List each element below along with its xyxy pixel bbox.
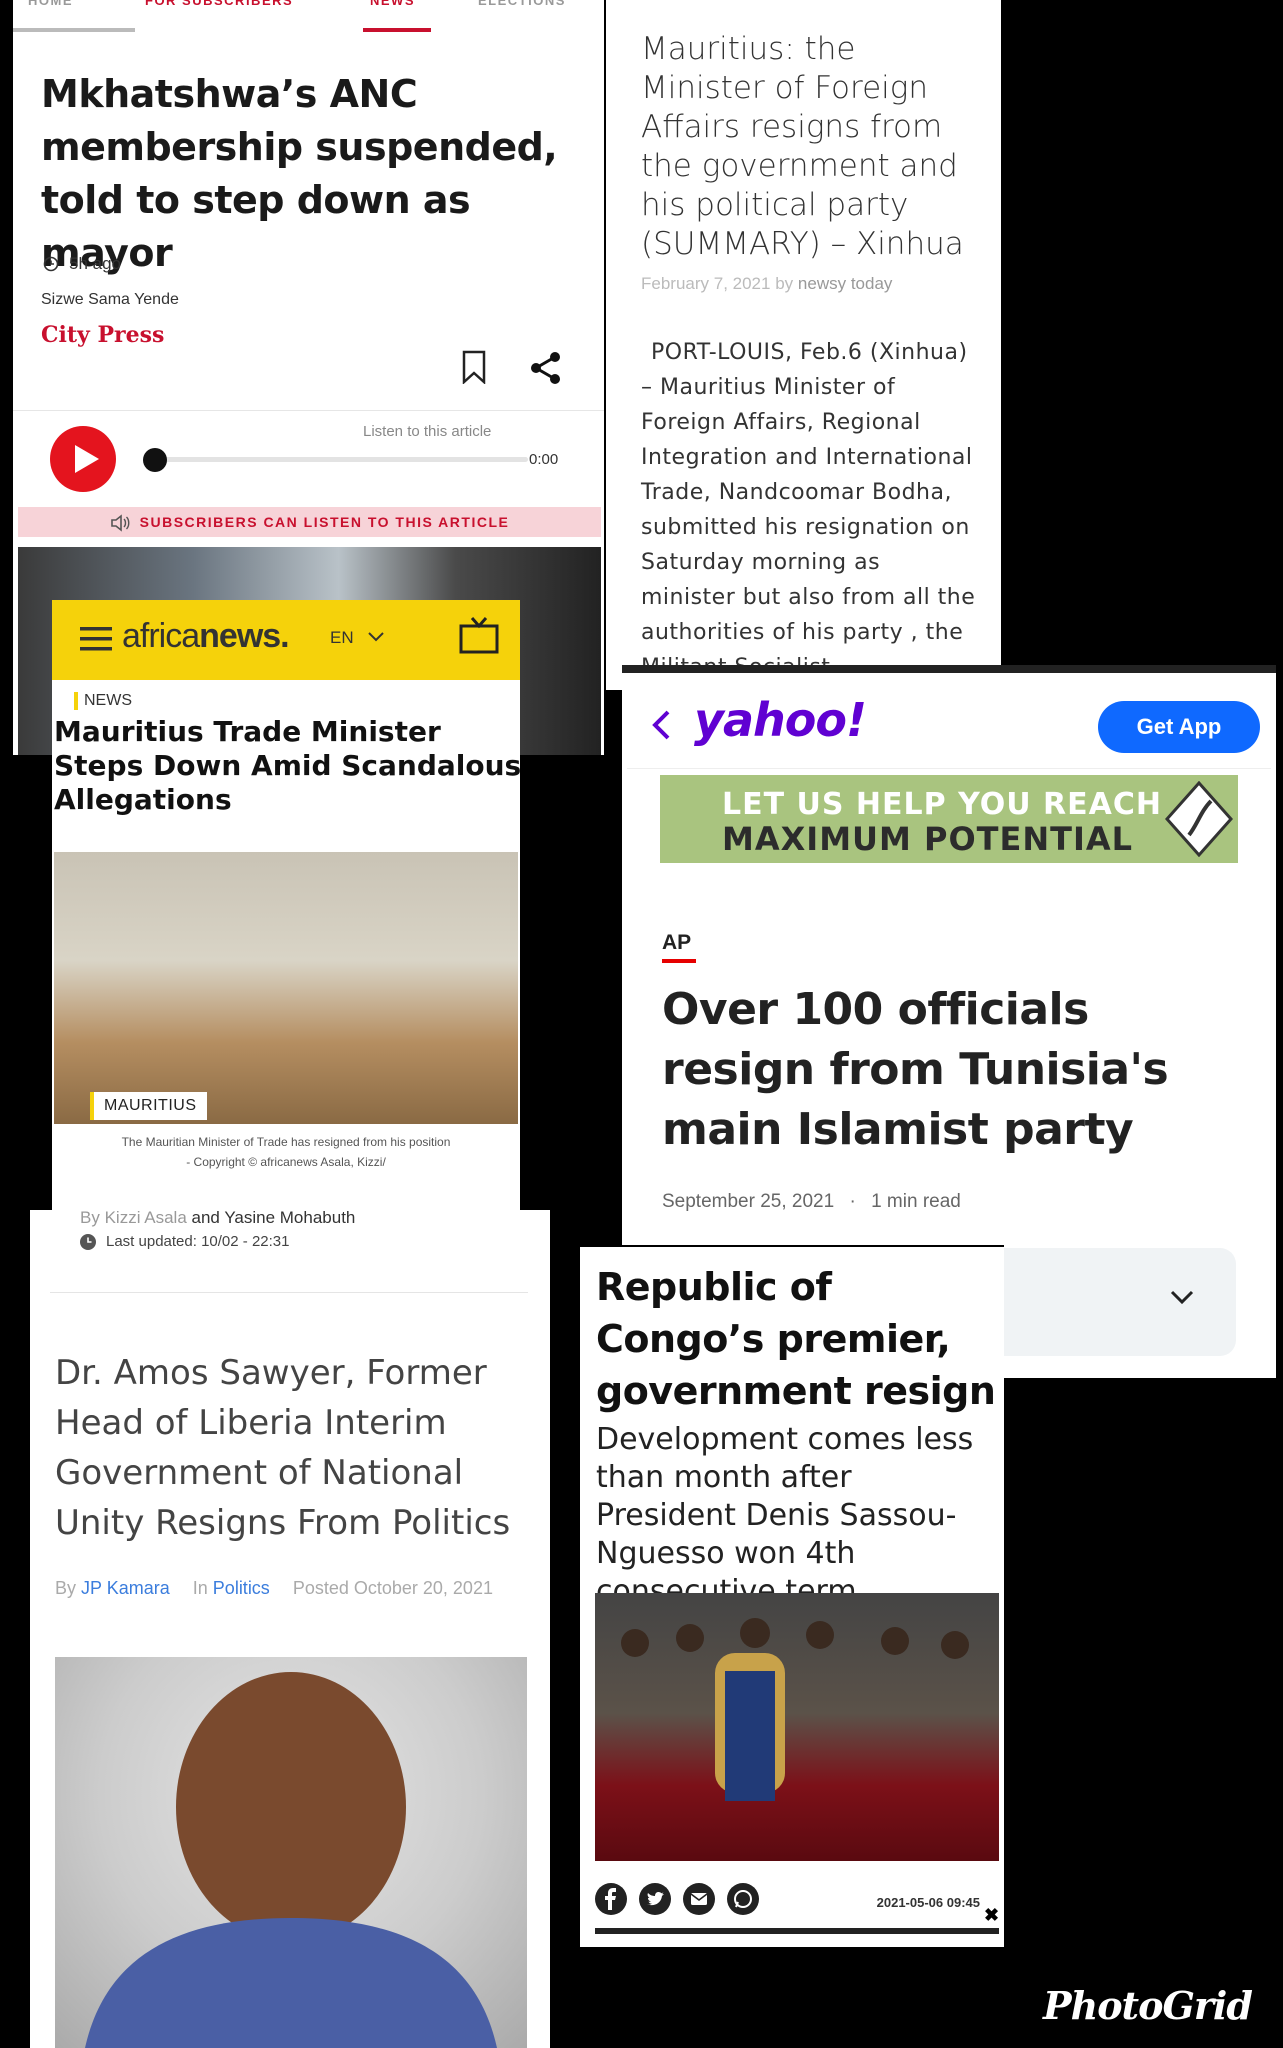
last-updated: Last updated: 10/02 - 22:31 xyxy=(80,1233,289,1250)
article-date: September 25, 2021 xyxy=(662,1191,835,1212)
ad-logo-icon xyxy=(1165,781,1233,857)
article-subheadline: Development comes less than month after … xyxy=(596,1422,974,1609)
share-icon[interactable] xyxy=(529,351,563,385)
back-chevron-icon[interactable] xyxy=(652,710,670,740)
time-meta: 5h ago xyxy=(43,254,121,274)
read-time: 1 min read xyxy=(871,1191,961,1212)
bookmark-icon[interactable] xyxy=(461,350,487,384)
article-title: Dr. Amos Sawyer, Former Head of Liberia … xyxy=(55,1353,511,1543)
caption-line-2: - Copyright © africanews Asala, Kizzi/ xyxy=(186,1155,386,1169)
authors-line: By Kizzi Asala and Yasine Mohabuth xyxy=(80,1210,355,1228)
africanews-author-block: By Kizzi Asala and Yasine Mohabuth Last … xyxy=(50,1210,528,1295)
by-label: by xyxy=(775,274,794,293)
live-tv-icon[interactable] xyxy=(458,614,500,656)
article-timestamp: 2021-05-06 09:45 xyxy=(876,1895,980,1910)
by-label: By xyxy=(55,1578,77,1598)
nav-home-underline xyxy=(13,28,135,32)
photo-caption: The Mauritian Minister of Trade has resi… xyxy=(52,1132,520,1172)
nav-for-subscribers[interactable]: FOR SUBSCRIBERS xyxy=(145,0,293,8)
header-divider xyxy=(627,768,1271,769)
amos-sawyer-photo xyxy=(55,1657,527,2048)
article-byline: By JP Kamara In Politics Posted October … xyxy=(55,1578,493,1599)
section-label[interactable]: NEWS xyxy=(74,692,132,710)
ap-source-logo[interactable]: AP xyxy=(662,931,691,955)
article-author[interactable]: newsy today xyxy=(798,274,893,293)
congo-article-panel: Republic of Congo’s premier, government … xyxy=(580,1245,1004,1947)
africanews-logo[interactable]: africanews. xyxy=(122,617,290,656)
article-headline: Republic of Congo’s premier, government … xyxy=(596,1265,996,1413)
minister-photo xyxy=(54,852,518,1124)
language-select[interactable]: EN xyxy=(330,628,354,648)
photogrid-watermark: PhotoGrid xyxy=(1043,1983,1253,2028)
congo-officials-photo xyxy=(595,1593,999,1861)
audio-progress-track[interactable] xyxy=(143,457,528,462)
subscribers-banner-text: SUBSCRIBERS CAN LISTEN TO THIS ARTICLE xyxy=(139,514,510,530)
author-2[interactable]: Yasine Mohabuth xyxy=(224,1210,355,1227)
africanews-article-panel: africanews. EN NEWS Mauritius Trade Mini… xyxy=(52,600,520,1295)
clock-icon xyxy=(80,1233,96,1250)
email-icon[interactable] xyxy=(683,1883,715,1915)
article-headline: Mkhatshwa’s ANC membership suspended, to… xyxy=(41,72,558,275)
ad-line-2: MAXIMUM POTENTIAL xyxy=(722,820,1134,858)
africanews-header: africanews. EN xyxy=(52,600,520,680)
bottom-bar xyxy=(595,1928,999,1934)
twitter-icon[interactable] xyxy=(639,1883,671,1915)
logo-news: news. xyxy=(199,617,289,655)
whatsapp-icon[interactable] xyxy=(727,1883,759,1915)
facebook-icon[interactable] xyxy=(595,1883,627,1915)
clock-icon xyxy=(43,256,59,272)
ad-line-1: LET US HELP YOU REACH xyxy=(722,787,1162,822)
article-headline: Over 100 officials resign from Tunisia's… xyxy=(662,984,1169,1155)
last-updated-text: Last updated: 10/02 - 22:31 xyxy=(106,1233,290,1250)
nav-elections[interactable]: ELECTIONS xyxy=(478,0,566,8)
listen-label: Listen to this article xyxy=(363,423,492,440)
ad-banner[interactable]: LET US HELP YOU REACH MAXIMUM POTENTIAL xyxy=(660,775,1238,863)
chevron-down-icon[interactable] xyxy=(1170,1290,1194,1306)
audio-progress-handle[interactable] xyxy=(143,448,167,472)
logo-africa: africa xyxy=(122,617,200,655)
category-link[interactable]: Politics xyxy=(213,1578,270,1598)
audio-player: Listen to this article 0:00 xyxy=(13,410,604,506)
nav-home[interactable]: HOME xyxy=(28,0,73,8)
article-meta: September 25, 2021 · 1 min read xyxy=(662,1191,961,1212)
yahoo-logo[interactable]: yahoo! xyxy=(694,693,867,747)
xinhua-article-panel: Mauritius: the Minister of Foreign Affai… xyxy=(606,0,1001,690)
time-ago: 5h ago xyxy=(69,254,121,273)
language-value: EN xyxy=(330,628,354,647)
author-link[interactable]: JP Kamara xyxy=(81,1578,170,1598)
and-label: and xyxy=(191,1210,220,1227)
nav-news-active-indicator xyxy=(363,28,431,32)
liberia-article-panel: By Kizzi Asala and Yasine Mohabuth Last … xyxy=(30,1210,550,2048)
by-label: By xyxy=(80,1210,100,1227)
in-label: In xyxy=(192,1578,208,1598)
hamburger-menu-icon[interactable] xyxy=(80,627,112,651)
ap-underline xyxy=(662,959,696,963)
get-app-button[interactable]: Get App xyxy=(1098,701,1260,753)
author-1[interactable]: Kizzi Asala xyxy=(105,1210,187,1227)
author-name[interactable]: Sizwe Sama Yende xyxy=(41,291,179,309)
subscribers-listen-banner[interactable]: SUBSCRIBERS CAN LISTEN TO THIS ARTICLE xyxy=(18,507,601,537)
article-headline: Mauritius Trade Minister Steps Down Amid… xyxy=(54,715,520,816)
close-icon[interactable]: ✖ xyxy=(984,1905,999,1926)
nav-news[interactable]: NEWS xyxy=(370,0,415,8)
article-body: PORT-LOUIS, Feb.6 (Xinhua) – Mauritius M… xyxy=(641,340,976,680)
share-icons xyxy=(595,1883,759,1915)
audio-time: 0:00 xyxy=(529,451,559,468)
play-button[interactable] xyxy=(50,426,116,492)
speaker-icon xyxy=(110,514,130,532)
divider xyxy=(50,1292,528,1293)
posted-date: Posted October 20, 2021 xyxy=(292,1578,493,1598)
article-date-line: February 7, 2021 by newsy today xyxy=(641,274,892,294)
article-date: February 7, 2021 xyxy=(641,274,771,293)
article-title: Mauritius: the Minister of Foreign Affai… xyxy=(641,31,964,262)
chevron-down-icon[interactable] xyxy=(368,632,384,642)
country-tag[interactable]: MAURITIUS xyxy=(90,1092,207,1120)
brand-logo[interactable]: City Press xyxy=(41,322,164,348)
caption-line-1: The Mauritian Minister of Trade has resi… xyxy=(121,1135,451,1149)
